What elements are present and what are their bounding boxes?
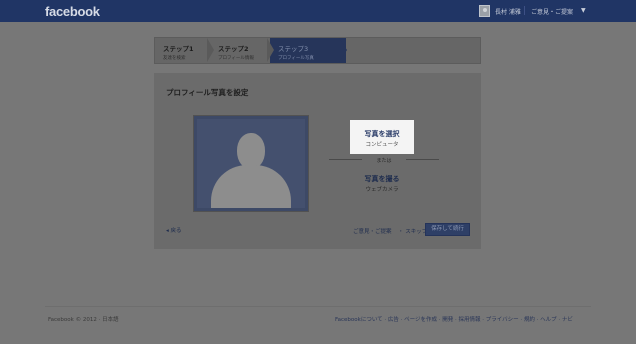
account-menu-caret-icon[interactable]: ▼ xyxy=(581,7,586,14)
step-2: ステップ2 プロフィール情報 xyxy=(210,38,270,63)
signup-step-indicator: ステップ1 友達を検索 ステップ2 プロフィール情報 ステップ3 プロフィール写… xyxy=(154,37,481,64)
dialog-title: プロフィール写真を設定 xyxy=(166,88,249,97)
profile-photo-dialog: プロフィール写真を設定 写真を選択 コンピュータ または 写真を撮る ウェブカメ… xyxy=(154,73,481,249)
topbar-divider xyxy=(524,6,525,15)
choose-photo-label: 写真を選択 xyxy=(364,130,400,138)
step-2-subtitle: プロフィール情報 xyxy=(218,56,254,61)
step-1-title: ステップ1 xyxy=(163,45,194,53)
step-3-subtitle: プロフィール写真 xyxy=(278,56,314,61)
silhouette-head xyxy=(237,133,265,169)
top-navigation-bar: facebook 長村 浦雅 ご意見・ご提案 ▼ xyxy=(0,0,636,22)
silhouette-icon xyxy=(197,119,305,208)
skip-link[interactable]: ・ スキップ xyxy=(398,227,427,235)
take-photo-sublabel: ウェブカメラ xyxy=(365,187,399,193)
step-2-title: ステップ2 xyxy=(218,45,249,53)
profile-photo-placeholder xyxy=(193,115,309,212)
footer-copyright[interactable]: Facebook © 2012 · 日本語 xyxy=(48,315,119,323)
step-3-active: ステップ3 プロフィール写真 xyxy=(270,38,346,63)
step-1: ステップ1 友達を検索 xyxy=(155,38,210,63)
choose-photo-button[interactable]: 写真を選択 コンピュータ xyxy=(350,120,414,154)
save-and-continue-button[interactable]: 保存して続行 xyxy=(425,223,470,236)
footer-divider xyxy=(45,306,591,307)
footer-links[interactable]: Facebookについて · 広告 · ページを作成 · 開発 · 採用情報 ·… xyxy=(335,315,573,323)
choose-photo-sublabel: コンピュータ xyxy=(365,142,399,148)
back-link[interactable]: ◂ 戻る xyxy=(166,226,182,234)
topbar-feedback-link[interactable]: ご意見・ご提案 xyxy=(531,7,573,16)
step-3-title: ステップ3 xyxy=(278,45,309,53)
silhouette-body xyxy=(211,165,291,208)
user-name-link[interactable]: 長村 浦雅 xyxy=(495,7,521,16)
step-1-subtitle: 友達を検索 xyxy=(163,56,186,61)
take-photo-button[interactable]: 写真を撮る xyxy=(350,174,414,184)
step-chevron-icon xyxy=(267,38,274,62)
step-chevron-icon xyxy=(207,38,214,62)
user-avatar[interactable] xyxy=(479,5,490,17)
dialog-feedback-link[interactable]: ご意見・ご提案 xyxy=(353,227,392,235)
facebook-logo[interactable]: facebook xyxy=(45,4,100,19)
or-label: または xyxy=(362,157,406,164)
step-chevron-icon xyxy=(339,38,347,62)
